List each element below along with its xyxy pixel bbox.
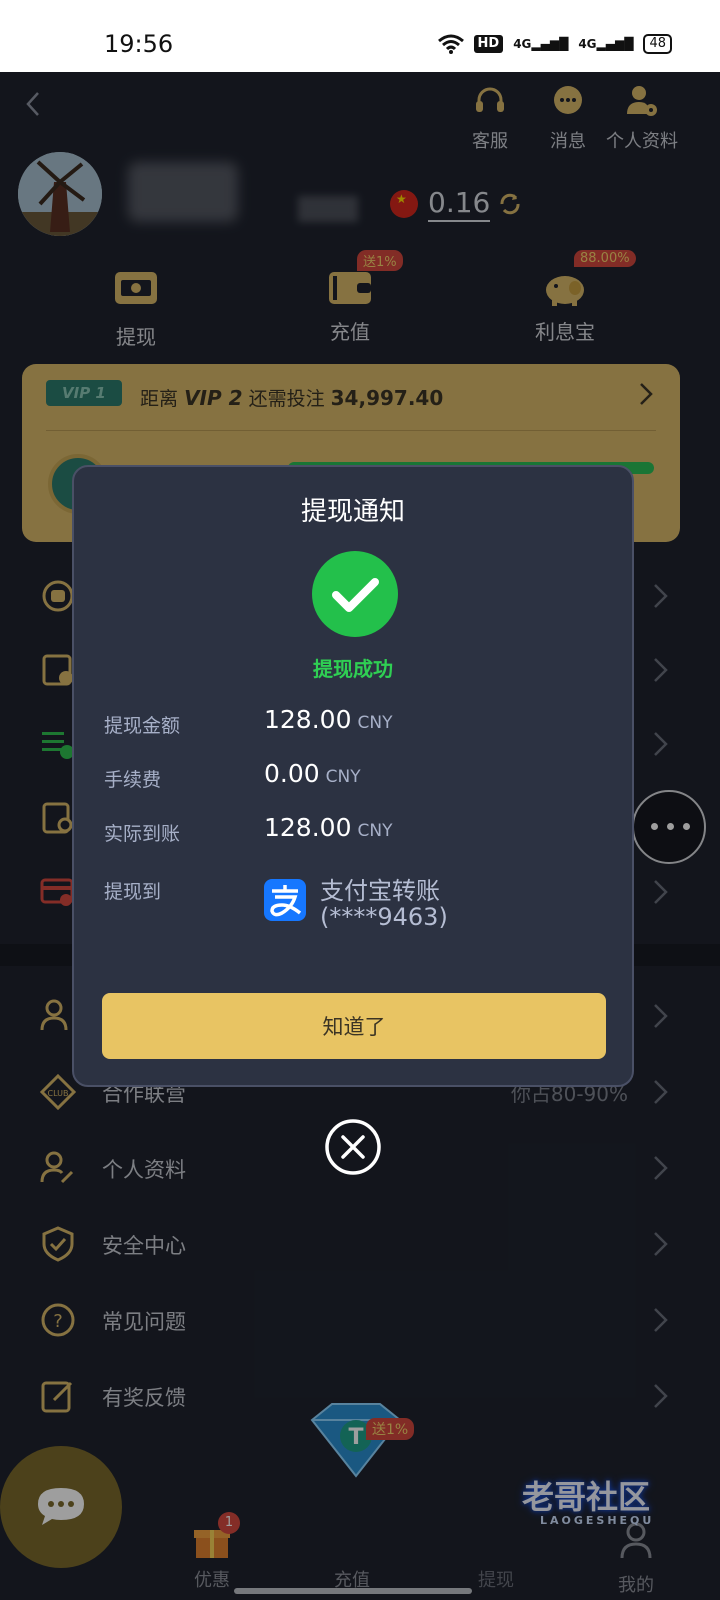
detail-row-received: 实际到账 128.00 CNY [104, 813, 604, 853]
hd-icon: HD [473, 35, 504, 53]
signal-4g-icon: 4G▂▄▆█ [513, 37, 569, 51]
detail-label: 实际到账 [104, 823, 181, 845]
withdraw-notification-dialog: 提现通知 提现成功 提现金额 128.00 CNY 手续费 0.00 CNY 实际到… [72, 465, 634, 1087]
checkmark-icon [332, 578, 379, 612]
status-icons: HD 4G▂▄▆█ 4G▂▄▆█ 48 [437, 34, 672, 54]
success-icon-wrap [312, 551, 398, 637]
status-bar: 19:56 HD 4G▂▄▆█ 4G▂▄▆█ 48 [0, 0, 720, 72]
close-icon[interactable] [324, 1118, 382, 1176]
detail-label: 提现到 [104, 881, 162, 903]
destination-account: (****9463) [320, 903, 448, 931]
signal-4g-icon-2: 4G▂▄▆█ [578, 37, 634, 51]
dialog-title: 提现通知 [300, 497, 405, 527]
detail-value: 128.00 CNY [264, 705, 393, 734]
battery-icon: 48 [643, 34, 672, 54]
detail-label: 手续费 [104, 769, 162, 791]
detail-row-destination: 提现到 支付宝转账 (****9463) [104, 877, 604, 959]
wifi-icon [437, 34, 464, 54]
detail-row-fee: 手续费 0.00 CNY [104, 759, 604, 799]
alipay-icon [264, 879, 306, 921]
detail-row-amount: 提现金额 128.00 CNY [104, 705, 604, 745]
detail-label: 提现金额 [104, 715, 181, 737]
alipay-glyph [270, 885, 302, 917]
status-time: 19:56 [104, 30, 174, 58]
detail-value: 128.00 CNY [264, 813, 393, 842]
status-text: 提现成功 [313, 657, 393, 681]
destination-name: 支付宝转账 [320, 877, 440, 905]
confirm-button[interactable]: 知道了 [102, 993, 606, 1059]
detail-value: 0.00 CNY [264, 759, 361, 788]
